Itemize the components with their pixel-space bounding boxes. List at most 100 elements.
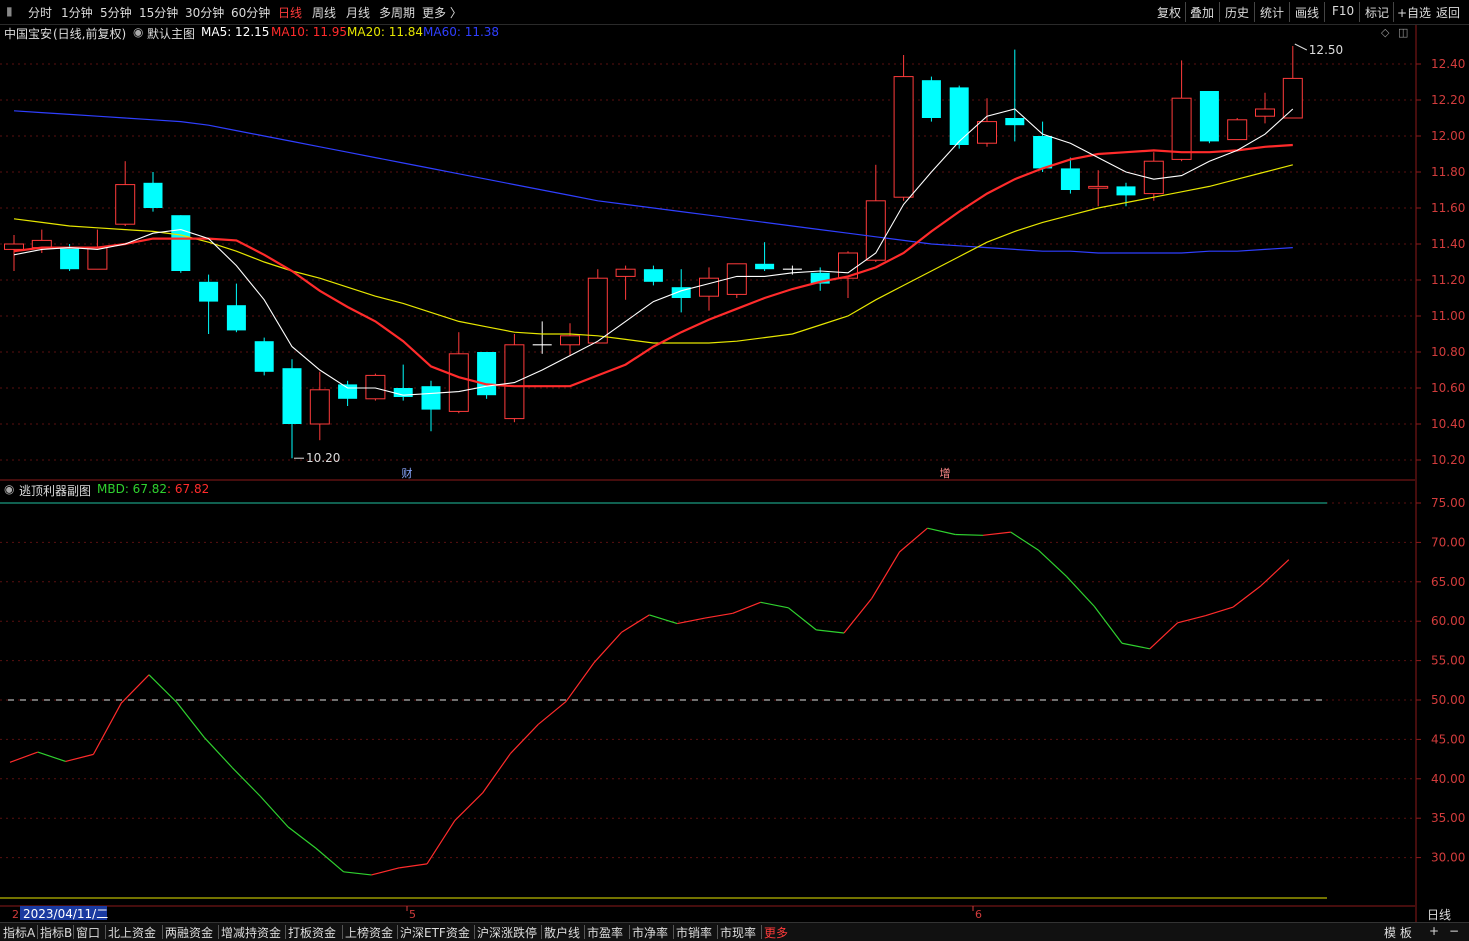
mbd-segment — [537, 701, 567, 725]
add-watchlist-button[interactable]: +自选 — [1397, 4, 1431, 21]
period-tab-month[interactable]: 月线 — [346, 4, 370, 21]
price-tick-label: 12.00 — [1431, 129, 1465, 143]
toolbar-menu-icon[interactable]: ▮ — [6, 4, 13, 18]
mbd-segment — [1232, 585, 1262, 608]
price-tick-label: 11.20 — [1431, 273, 1465, 287]
mbd-segment — [176, 701, 206, 739]
divider — [1289, 2, 1290, 22]
mbd-segment — [732, 601, 761, 614]
template-button[interactable]: 模 板 — [1384, 924, 1412, 941]
mbd-segment — [204, 737, 233, 769]
mbd-tick-label: 35.00 — [1431, 811, 1465, 825]
zoom-in-button[interactable]: + — [1429, 924, 1439, 938]
price-tick-label: 12.20 — [1431, 93, 1465, 107]
candle-body — [1116, 186, 1136, 196]
mark-button[interactable]: 标记 — [1365, 4, 1389, 21]
candle-body — [4, 243, 24, 250]
min-price-label: 10.20 — [306, 451, 340, 465]
candle-body — [199, 281, 219, 302]
candle-body — [115, 184, 136, 225]
overlay-button[interactable]: 叠加 — [1190, 4, 1214, 21]
mbd-segment — [1149, 622, 1179, 650]
bottom-tab-5[interactable]: 增减持资金 — [221, 924, 281, 941]
divider — [629, 925, 630, 939]
mbd-segment — [955, 533, 984, 536]
period-tab-week[interactable]: 周线 — [312, 4, 336, 21]
candle-body — [560, 335, 580, 346]
candle-body — [977, 121, 997, 144]
bottom-tab-7[interactable]: 上榜资金 — [345, 924, 393, 941]
bottom-tab-12[interactable]: 市净率 — [632, 924, 668, 941]
bottom-tab-13[interactable]: 市销率 — [676, 924, 712, 941]
fuquan-button[interactable]: 复权 — [1157, 4, 1181, 21]
history-button[interactable]: 历史 — [1225, 4, 1249, 21]
bottom-tab-10[interactable]: 散户线 — [544, 924, 580, 941]
sub-chart-toggle-icon[interactable]: ◉ — [4, 482, 14, 496]
chart-canvas[interactable]: 10.20 10.40 10.60 10.80 11.00 11.20 11.40 11.60… — [0, 0, 1469, 940]
main-chart-label[interactable]: 默认主图 — [147, 25, 195, 42]
candle-body — [615, 268, 636, 277]
candle-body — [1088, 185, 1109, 189]
window-icon[interactable]: ◫ — [1398, 26, 1408, 39]
mbd-segment — [760, 601, 789, 609]
period-tab-5min[interactable]: 5分钟 — [100, 4, 132, 21]
mbd-segment — [677, 617, 706, 625]
mbd-segment — [1038, 549, 1067, 577]
mbd-segment — [371, 867, 400, 876]
period-tab-60min[interactable]: 60分钟 — [231, 4, 270, 21]
bottom-tab-2[interactable]: 窗口 — [76, 924, 100, 941]
period-tab-1min[interactable]: 1分钟 — [61, 4, 93, 21]
back-button[interactable]: 返回 — [1436, 4, 1460, 21]
bottom-tab-8[interactable]: 沪深ETF资金 — [400, 924, 470, 941]
candle-body — [309, 389, 330, 425]
mbd-segment — [621, 614, 650, 633]
bottom-tab-3[interactable]: 北上资金 — [108, 924, 156, 941]
event-marker-zeng: 增 — [940, 466, 951, 480]
bottom-tab-15[interactable]: 更多 — [764, 924, 788, 941]
period-tab-fenshi[interactable]: 分时 — [28, 4, 52, 21]
candle-body — [365, 374, 386, 400]
f10-button[interactable]: F10 — [1332, 4, 1354, 18]
mbd-segment — [315, 847, 344, 873]
draw-button[interactable]: 画线 — [1295, 4, 1319, 21]
mbd-tick-label: 55.00 — [1431, 654, 1465, 668]
period-tab-multi[interactable]: 多周期 — [379, 4, 415, 21]
mbd-segment — [343, 871, 372, 876]
bottom-tab-6[interactable]: 打板资金 — [288, 924, 336, 941]
bottom-tab-14[interactable]: 市现率 — [720, 924, 756, 941]
bottom-tab-9[interactable]: 沪深涨跌停 — [477, 924, 537, 941]
price-tick-label: 10.80 — [1431, 345, 1465, 359]
mbd-segment — [9, 751, 39, 763]
diamond-icon[interactable]: ◇ — [1381, 26, 1389, 39]
divider — [1219, 2, 1220, 22]
bottom-tab-11[interactable]: 市盈率 — [587, 924, 623, 941]
period-tab-30min[interactable]: 30分钟 — [185, 4, 224, 21]
mbd-tick-label: 75.00 — [1431, 496, 1465, 510]
period-tab-day[interactable]: 日线 — [278, 4, 302, 21]
candle-body — [949, 87, 969, 145]
date-cursor-label: 2023/04/11/二 — [23, 907, 108, 921]
mbd-segment — [399, 863, 428, 869]
mbd-segment — [871, 551, 901, 599]
price-tick-label: 11.60 — [1431, 201, 1465, 215]
bottom-tab-0[interactable]: 指标A — [3, 924, 35, 941]
mbd-tick-label: 70.00 — [1431, 535, 1465, 549]
divider — [541, 925, 542, 939]
mbd-segment — [231, 767, 261, 797]
mbd-tick-label: 60.00 — [1431, 614, 1465, 628]
divider — [162, 925, 163, 939]
sub-indicator-name[interactable]: 逃顶利器副图 — [19, 482, 91, 499]
candle-body — [587, 277, 608, 344]
zoom-out-button[interactable]: − — [1449, 924, 1459, 938]
candle-body — [254, 341, 274, 372]
main-chart-toggle-icon[interactable]: ◉ — [133, 25, 143, 39]
period-tab-more[interactable]: 更多 〉 — [422, 4, 462, 21]
mbd-tick-label: 30.00 — [1431, 851, 1465, 865]
stats-button[interactable]: 统计 — [1260, 4, 1284, 21]
bottom-tab-4[interactable]: 两融资金 — [165, 924, 213, 941]
period-tab-15min[interactable]: 15分钟 — [139, 4, 178, 21]
candle-body — [893, 76, 914, 198]
mbd-segment — [649, 614, 678, 625]
bottom-tab-1[interactable]: 指标B — [40, 924, 72, 941]
x-axis-period-label: 日线 — [1427, 908, 1451, 922]
